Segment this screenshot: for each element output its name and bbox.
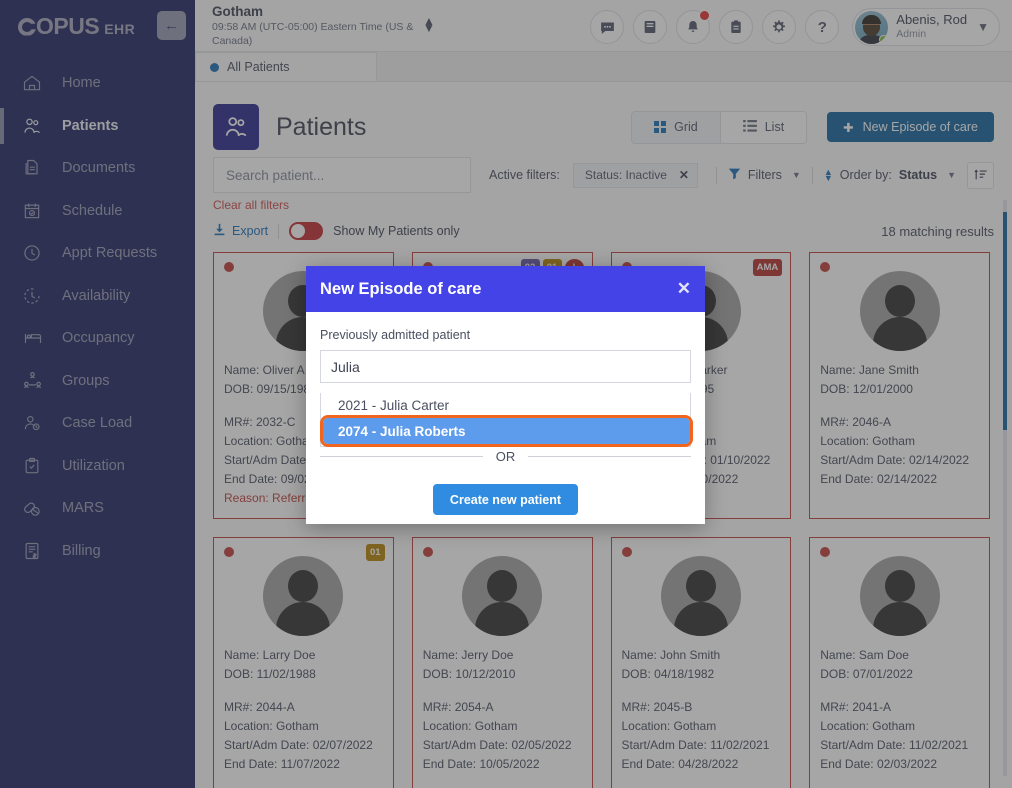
modal-body: Previously admitted patient 2021 - Julia… bbox=[306, 312, 705, 515]
app-root: OPUS EHR ← Home Patients Documents Schedu… bbox=[0, 0, 1012, 788]
modal-header: New Episode of care ✕ bbox=[306, 266, 705, 312]
or-label: OR bbox=[495, 449, 516, 464]
divider-line bbox=[528, 456, 691, 457]
suggestion-item-selected[interactable]: 2074 - Julia Roberts bbox=[320, 415, 693, 447]
patient-search-input[interactable] bbox=[320, 350, 691, 383]
suggestion-item[interactable]: 2021 - Julia Carter bbox=[321, 393, 690, 417]
or-divider: OR bbox=[320, 449, 691, 464]
divider-line bbox=[320, 456, 483, 457]
close-icon[interactable]: ✕ bbox=[677, 279, 691, 299]
create-new-patient-button[interactable]: Create new patient bbox=[432, 484, 579, 515]
modal-title: New Episode of care bbox=[320, 279, 482, 298]
new-episode-modal: New Episode of care ✕ Previously admitte… bbox=[306, 266, 705, 524]
previously-admitted-label: Previously admitted patient bbox=[320, 328, 471, 342]
suggestion-list: 2021 - Julia Carter 2074 - Julia Roberts bbox=[320, 393, 693, 447]
